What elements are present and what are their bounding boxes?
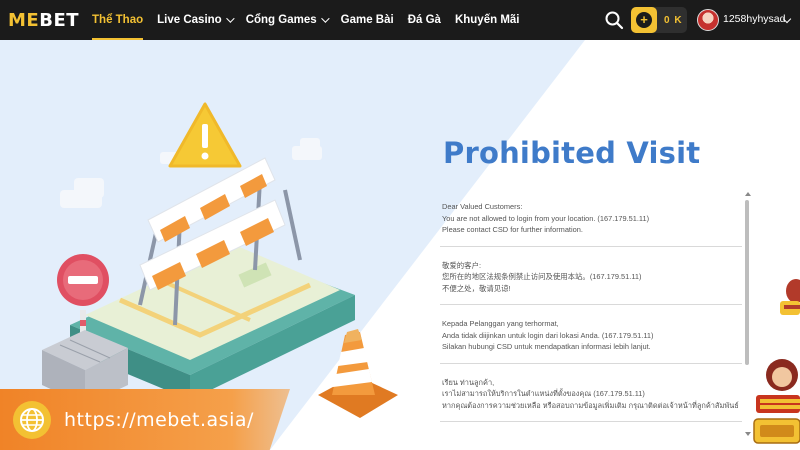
chevron-down-icon	[225, 14, 235, 23]
scroll-up-arrow[interactable]	[745, 192, 751, 196]
menu-label: Game Bài	[340, 14, 394, 26]
message-english: Dear Valued Customers: You are not allow…	[440, 188, 742, 247]
deposit-button[interactable]: +	[631, 7, 657, 33]
main-menu: Thể Thao Live Casino Cổng Games Game Bài…	[85, 0, 526, 40]
message-line: Dear Valued Customers:	[442, 202, 523, 211]
message-line: 敬爱的客户:	[442, 260, 482, 270]
balance-value: 0 K	[664, 14, 683, 26]
top-nav: ME BET Thể Thao Live Casino Cổng Games Ga…	[0, 0, 800, 40]
menu-item-live-casino[interactable]: Live Casino	[150, 0, 239, 40]
message-chinese: 敬爱的客户: 您所在的地区法规条例禁止访问及使用本站。(167.179.51.1…	[440, 247, 742, 305]
logo-part-me: ME	[8, 9, 40, 31]
url-banner: https://mebet.asia/	[0, 389, 290, 450]
logo-part-bet: BET	[39, 9, 80, 31]
scrollbar-thumb[interactable]	[745, 200, 749, 365]
promo-badge-image[interactable]	[776, 277, 800, 321]
message-line: เรียน ท่านลูกค้า,	[442, 377, 495, 387]
menu-item-khuyen-mai[interactable]: Khuyến Mãi	[448, 0, 527, 40]
message-line: เราไม่สามารถให้บริการในตำแหน่งที่ตั้งของ…	[442, 389, 645, 398]
message-line: Anda tidak diijinkan untuk login dari lo…	[442, 330, 654, 340]
menu-label: Thể Thao	[92, 14, 144, 26]
messages-panel: Dear Valued Customers: You are not allow…	[440, 188, 742, 450]
page-title: Prohibited Visit	[443, 136, 701, 170]
message-thai: เรียน ท่านลูกค้า, เราไม่สามารถให้บริการใ…	[440, 364, 742, 422]
main-content: Prohibited Visit Dear Valued Customers: …	[0, 40, 800, 450]
menu-label: Cổng Games	[245, 14, 317, 26]
message-line: 您所在的地区法规条例禁止访问及使用本站。(167.179.51.11)	[442, 272, 642, 281]
scroll-down-arrow[interactable]	[745, 432, 751, 436]
message-line: หากคุณต้องการความช่วยเหลือ หรือสอบถามข้อ…	[442, 400, 739, 410]
plus-icon: +	[636, 12, 652, 28]
menu-label: Đá Gà	[407, 14, 441, 26]
message-line: Kepada Pelanggan yang terhormat,	[442, 319, 559, 328]
promo-character-image[interactable]	[752, 353, 800, 450]
search-icon[interactable]	[604, 10, 624, 30]
mebet-logo[interactable]: ME BET	[8, 10, 79, 31]
menu-item-the-thao[interactable]: Thể Thao	[85, 0, 150, 40]
menu-label: Khuyến Mãi	[454, 14, 520, 26]
menu-item-cong-games[interactable]: Cổng Games	[239, 0, 334, 40]
globe-icon	[13, 400, 51, 439]
message-indonesian: Kepada Pelanggan yang terhormat, Anda ti…	[440, 305, 742, 364]
message-line: Silakan hubungi CSD untuk mendapatkan in…	[442, 342, 651, 351]
message-line: Please contact CSD for further informati…	[442, 225, 583, 234]
username[interactable]: 1258hyhysad	[723, 13, 785, 25]
menu-label: Live Casino	[157, 14, 222, 26]
wallet-balance[interactable]: + 0 K	[631, 7, 687, 33]
message-line: You are not allowed to login from your l…	[442, 213, 650, 223]
avatar[interactable]	[697, 9, 719, 31]
menu-item-game-bai[interactable]: Game Bài	[334, 0, 401, 40]
menu-item-da-ga[interactable]: Đá Gà	[401, 0, 448, 40]
chevron-down-icon	[320, 14, 330, 23]
message-line: 不便之处，敬请见谅!	[442, 283, 511, 293]
site-url[interactable]: https://mebet.asia/	[64, 409, 254, 431]
